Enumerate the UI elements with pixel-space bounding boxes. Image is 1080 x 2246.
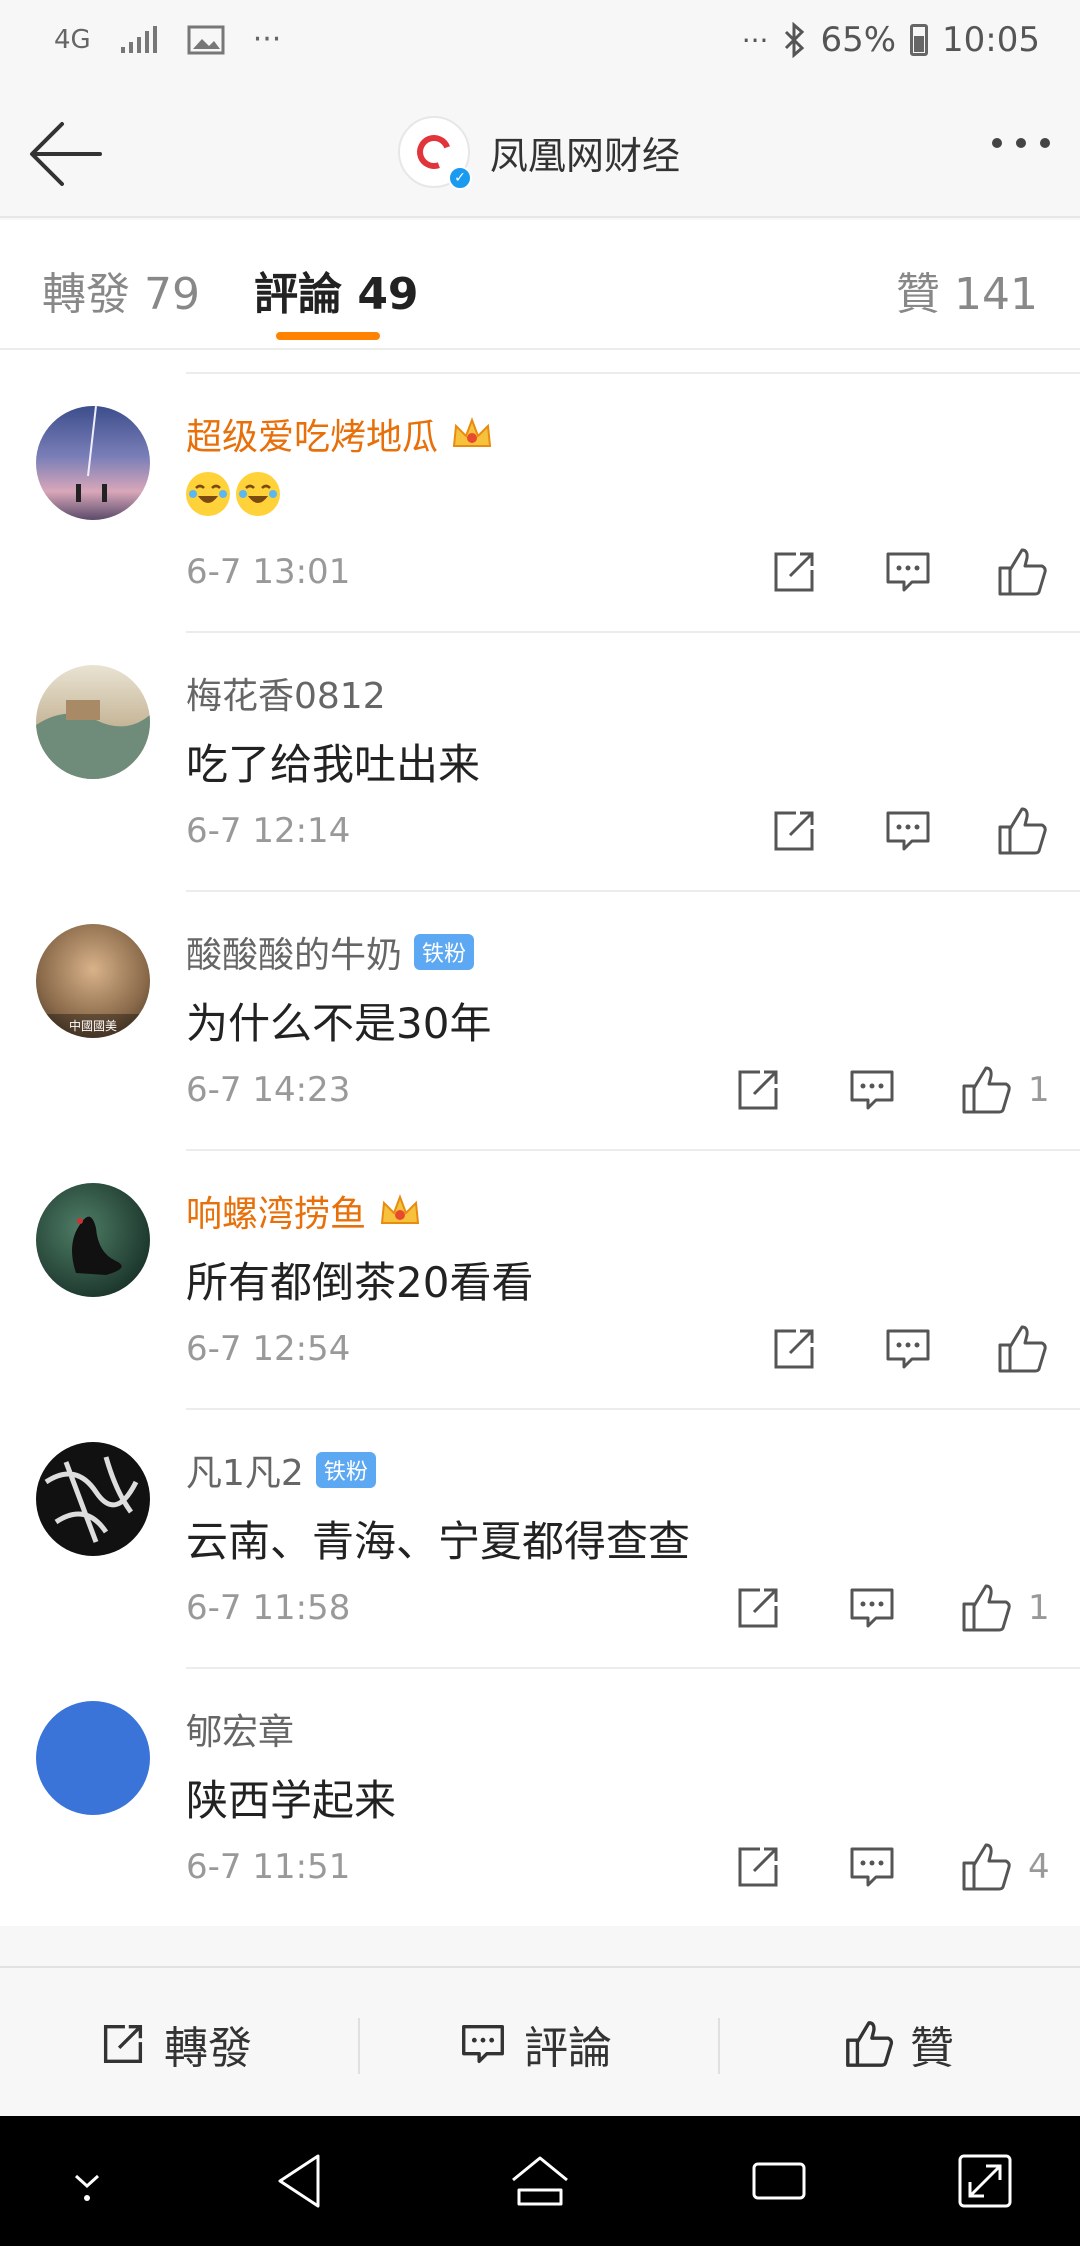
fan-badge: 铁粉 (414, 934, 475, 970)
notification-overflow: ··· (252, 22, 282, 57)
comment-time: 6-7 11:51 (186, 1847, 351, 1887)
like-icon[interactable] (994, 803, 1050, 859)
comment-time: 6-7 12:14 (186, 811, 351, 851)
comment-text (186, 472, 280, 516)
like-icon[interactable] (958, 1580, 1014, 1636)
comment-text: 陕西学起来 (186, 1776, 397, 1825)
tab-reposts[interactable]: 轉發 79 (42, 258, 200, 322)
avatar[interactable] (36, 1183, 150, 1297)
laughing-crying-emoji-icon (236, 472, 280, 516)
tab-comments[interactable]: 評論 49 (254, 258, 419, 322)
reply-icon[interactable] (844, 1580, 900, 1636)
like-count: 1 (1028, 1588, 1050, 1628)
share-icon[interactable] (766, 1321, 822, 1377)
username[interactable]: 响螺湾捞鱼 (186, 1185, 366, 1237)
comment-time: 6-7 12:54 (186, 1329, 351, 1369)
laughing-crying-emoji-icon (186, 472, 230, 516)
comment-list: 超级爱吃烤地瓜 6-7 13:01 梅花香0812 吃了给我吐出来 6-7 12… (0, 350, 1080, 1926)
vip-crown-icon (452, 417, 492, 447)
navigation-bar: ✓ 凤凰网财经 (0, 92, 1080, 218)
verified-icon: ✓ (448, 166, 472, 190)
share-icon[interactable] (766, 544, 822, 600)
comment-button[interactable]: 評論 (456, 2012, 612, 2076)
bottom-action-bar: 轉發 評論 贊 (0, 1966, 1080, 2116)
battery-percent: 65% (820, 20, 897, 60)
status-overflow: ··· (741, 23, 769, 57)
recent-apps-icon[interactable] (744, 2146, 814, 2216)
comment-text: 吃了给我吐出来 (186, 740, 481, 789)
avatar[interactable] (36, 406, 150, 520)
like-icon[interactable] (994, 544, 1050, 600)
image-notification-icon (187, 25, 225, 54)
comment-label: 評論 (524, 2023, 612, 2074)
system-navigation-bar (0, 2116, 1080, 2246)
like-icon[interactable] (958, 1839, 1014, 1895)
fan-badge: 铁粉 (315, 1452, 376, 1488)
avatar[interactable] (36, 665, 150, 779)
account-avatar[interactable]: ✓ (398, 116, 472, 190)
tab-likes[interactable]: 贊 141 (896, 258, 1038, 322)
like-button[interactable]: 贊 (842, 2012, 954, 2076)
avatar[interactable] (36, 1442, 150, 1556)
comment-time: 6-7 14:23 (186, 1070, 351, 1110)
comment-text: 所有都倒茶20看看 (186, 1258, 534, 1307)
avatar-caption: 中國國美 (69, 1018, 117, 1033)
comment-item: 郇宏章 陕西学起来 6-7 11:51 4 (0, 1667, 1080, 1926)
page-title[interactable]: 凤凰网财经 (490, 125, 680, 180)
like-count: 4 (1028, 1847, 1050, 1887)
share-icon (103, 2024, 143, 2064)
more-options-icon[interactable] (992, 138, 1050, 148)
reply-icon[interactable] (880, 803, 936, 859)
expand-icon[interactable] (950, 2146, 1020, 2216)
comment-time: 6-7 11:58 (186, 1588, 351, 1628)
comment-icon (462, 2024, 504, 2064)
status-bar: 4G ··· ··· 65% 10:05 (0, 0, 1080, 92)
like-icon[interactable] (994, 1321, 1050, 1377)
share-icon[interactable] (730, 1839, 786, 1895)
hide-keyboard-icon[interactable] (52, 2146, 122, 2216)
reply-icon[interactable] (844, 1839, 900, 1895)
battery-icon (910, 24, 929, 56)
active-tab-indicator (276, 332, 380, 340)
avatar[interactable] (36, 1701, 150, 1815)
back-nav-icon[interactable] (266, 2146, 336, 2216)
comment-time: 6-7 13:01 (186, 552, 351, 592)
signal-icon (120, 25, 157, 53)
comment-item: 中國國美 酸酸酸的牛奶 铁粉 为什么不是30年 6-7 14:23 1 (0, 890, 1080, 1149)
like-icon[interactable] (958, 1062, 1014, 1118)
repost-button[interactable]: 轉發 (96, 2012, 252, 2076)
vip-crown-icon (380, 1194, 420, 1224)
username[interactable]: 郇宏章 (186, 1703, 294, 1755)
comment-item: 响螺湾捞鱼 所有都倒茶20看看 6-7 12:54 (0, 1149, 1080, 1408)
back-arrow-icon[interactable] (26, 116, 106, 192)
comment-text: 云南、青海、宁夏都得查查 (186, 1517, 691, 1566)
like-count: 1 (1028, 1070, 1050, 1110)
reply-icon[interactable] (880, 544, 936, 600)
comment-text: 为什么不是30年 (186, 999, 492, 1048)
username[interactable]: 酸酸酸的牛奶 (186, 926, 402, 978)
comment-item: 超级爱吃烤地瓜 6-7 13:01 (0, 372, 1080, 631)
username[interactable]: 超级爱吃烤地瓜 (186, 408, 438, 460)
username[interactable]: 凡1凡2 (186, 1444, 304, 1496)
share-icon[interactable] (766, 803, 822, 859)
clock: 10:05 (942, 20, 1040, 60)
comment-item: 凡1凡2 铁粉 云南、青海、宁夏都得查查 6-7 11:58 1 (0, 1408, 1080, 1667)
home-nav-icon[interactable] (505, 2146, 575, 2216)
comment-item: 梅花香0812 吃了给我吐出来 6-7 12:14 (0, 631, 1080, 890)
share-icon[interactable] (730, 1580, 786, 1636)
share-icon[interactable] (730, 1062, 786, 1118)
like-icon (846, 2021, 894, 2067)
tab-bar: 轉發 79 評論 49 贊 141 (0, 220, 1080, 350)
reply-icon[interactable] (844, 1062, 900, 1118)
avatar[interactable]: 中國國美 (36, 924, 150, 1038)
bluetooth-icon (785, 22, 805, 58)
like-label: 贊 (910, 2023, 954, 2074)
reply-icon[interactable] (880, 1321, 936, 1377)
repost-label: 轉發 (164, 2023, 252, 2074)
network-indicator: 4G (54, 24, 91, 55)
username[interactable]: 梅花香0812 (186, 667, 386, 719)
phoenix-logo-icon (411, 129, 457, 175)
